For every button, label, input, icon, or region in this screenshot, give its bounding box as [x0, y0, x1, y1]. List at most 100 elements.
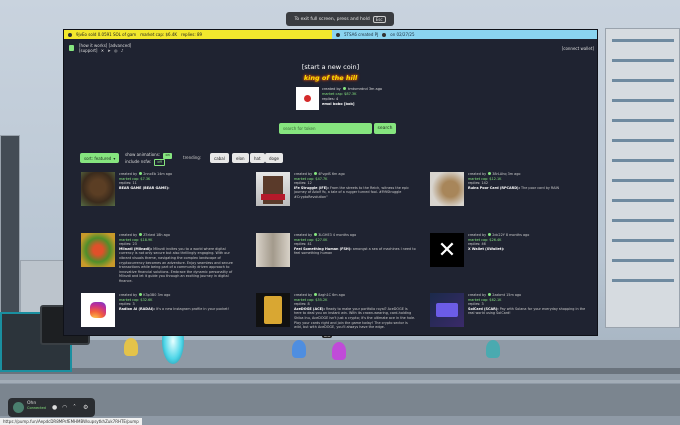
ticker-bar: 9jvEo sold 0.0591 SOL of gam market cap:… [64, 30, 597, 39]
coin-creator[interactable]: 2dc22Y [492, 233, 505, 237]
nav-links: [how it works] [advanced] [support] ✕ ➤ … [79, 43, 131, 53]
sort-label: sort: featured [84, 155, 112, 161]
chevron-up-icon[interactable]: ˄ [73, 404, 76, 411]
nsfw-toggle[interactable]: off [154, 158, 165, 166]
avatar-icon [314, 172, 318, 175]
coin-creator[interactable]: 3LGHE3 [318, 233, 332, 237]
building-right-1 [605, 28, 680, 328]
coin-creator[interactable]: 2zabmt [492, 293, 505, 297]
player-character[interactable] [124, 338, 138, 356]
trending-chip-elon[interactable]: elon [232, 153, 249, 163]
street [0, 384, 680, 416]
coin-desc: It's a new Instagram profile in your poc… [155, 306, 229, 311]
start-new-coin-link[interactable]: [start a new coin] [64, 63, 597, 71]
coin-desc: The poor card by RAIN [521, 185, 560, 190]
npc-character[interactable] [486, 340, 500, 358]
coin-card[interactable]: created by 4FvgdS 6m ago market cap: $47… [256, 172, 416, 232]
trending-chip-hat[interactable]: hat [250, 153, 265, 163]
connect-wallet-link[interactable]: [connect wallet] [562, 46, 594, 51]
created-by-label: created by [322, 87, 341, 91]
coin-time: 8 months ago [505, 233, 530, 237]
avatar[interactable] [13, 402, 24, 413]
coin-card[interactable]: created by 38rLAhq 3m ago market cap: $1… [430, 172, 590, 232]
telegram-icon[interactable]: ➤ [107, 48, 110, 53]
esc-key: Esc [372, 15, 386, 23]
sort-dropdown[interactable]: sort: featured ▾ [80, 153, 120, 163]
ticker-trade-mcap: market cap: $6.4K [140, 32, 178, 37]
coin-creator[interactable]: 2nnxEb [143, 172, 156, 176]
ticker-create[interactable]: 5TSA6 created PJ on 02/27/25 [332, 30, 597, 39]
nsfw-label: include nsfw: [125, 158, 152, 164]
avatar-icon [68, 32, 72, 37]
npc-character[interactable] [332, 342, 346, 360]
king-of-the-hill-title: king of the hill [303, 74, 358, 82]
coin-card[interactable]: created by 2zabmt 15m ago market cap: $6… [430, 293, 590, 335]
coin-image-solcard [430, 293, 464, 327]
ticker-create-text: 5TSA6 created PJ [344, 32, 379, 37]
coin-time: 14m ago [157, 172, 173, 176]
coin-creator[interactable]: K3p3B0 [143, 293, 156, 297]
coin-creator[interactable]: 4FvgdS [318, 172, 331, 176]
nav-support[interactable]: [support] [79, 48, 97, 53]
instagram-icon[interactable]: ◎ [114, 48, 118, 53]
animations-toggle[interactable]: on [163, 153, 172, 159]
avatar-icon [488, 172, 492, 175]
coin-name: Ruins Poor Card (RPCARD): [468, 185, 520, 190]
search-button[interactable]: search [374, 123, 396, 134]
fullscreen-toast: To exit full screen, press and hold Esc [286, 12, 394, 26]
toast-text: To exit full screen, press and hold [294, 16, 370, 22]
avatar-icon [336, 32, 340, 37]
pump-fun-window: 9jvEo sold 0.0591 SOL of gam market cap:… [63, 29, 598, 336]
king-creator[interactable]: tmtvmrdnd [348, 87, 368, 91]
headphones-icon[interactable]: ◠ [62, 404, 67, 411]
trending-label: trending: [183, 155, 202, 160]
coin-name: BEAR GAME (BEAR GAME): [119, 185, 170, 190]
coin-image-bear [81, 172, 115, 206]
coin-name: Feel Something Human (FSH): [294, 246, 352, 251]
coin-card[interactable]: created by 8zgh1C 6m ago market cap: $55… [256, 293, 416, 335]
coin-time: 4 months ago [332, 233, 357, 237]
coin-image-radai [81, 293, 115, 327]
ticker-create-date: on 02/27/25 [390, 32, 415, 37]
coin-image-fsh [256, 233, 290, 267]
trending-chip-cabal[interactable]: cabal [210, 153, 229, 163]
coin-time: 15m ago [506, 293, 522, 297]
coin-name: Mlinzdi (Mlinzdi): [119, 246, 152, 251]
coin-time: 3m ago [157, 293, 171, 297]
ticker-trade-text: 9jvEo sold 0.0591 SOL of gam [76, 32, 137, 37]
tiktok-icon[interactable]: ♪ [121, 48, 124, 53]
coin-card[interactable]: created by Z5rlwd 18h ago market cap: $1… [81, 233, 241, 293]
coin-creator[interactable]: Z5rlwd [143, 233, 155, 237]
pill-logo-icon[interactable] [69, 45, 74, 51]
avatar-icon [314, 293, 318, 296]
king-name: emol bobo [bob] [322, 102, 355, 106]
microphone-icon[interactable]: ● [52, 404, 57, 411]
toggle-options: show animations: on include nsfw: off [125, 152, 172, 166]
avatar-icon [139, 172, 143, 175]
coin-name: X Wallet (XWallet): [468, 246, 505, 251]
coin-card[interactable]: created by 2nnxEb 14m ago market cap: $7… [81, 172, 241, 232]
coin-time: 3m ago [507, 172, 521, 176]
trending-chip-doge[interactable]: doge [265, 153, 283, 163]
coin-name: SolCard (SCAR): [468, 306, 499, 311]
coin-name: Radion AI (RADAI): [119, 306, 155, 311]
rail [0, 368, 680, 374]
dock-status: Connected [27, 406, 46, 410]
search-input[interactable] [279, 123, 372, 134]
coin-card[interactable]: created by 3LGHE3 4 months ago market ca… [256, 233, 416, 293]
coin-card[interactable]: created by K3p3B0 3m ago market cap: $32… [81, 293, 241, 335]
coin-creator[interactable]: 38rLAhq [492, 172, 506, 176]
coin-image-ife [256, 172, 290, 206]
ticker-trade[interactable]: 9jvEo sold 0.0591 SOL of gam market cap:… [64, 30, 332, 39]
coin-creator[interactable]: 8zgh1C [318, 293, 331, 297]
avatar-icon [342, 87, 346, 90]
coin-image-xwallet: ✕ [430, 233, 464, 267]
coin-time: 6m ago [332, 293, 345, 297]
king-coin-card[interactable]: created by tmtvmrdnd 3m ago market cap: … [296, 87, 386, 114]
x-icon[interactable]: ✕ [101, 48, 104, 53]
voice-dock: Ohn Connected ● ◠ ˄ ⚙ [8, 398, 95, 417]
coin-card[interactable]: ✕ created by 2dc22Y 8 months ago market … [430, 233, 590, 293]
settings-icon[interactable]: ⚙ [83, 404, 88, 411]
npc-character[interactable] [292, 340, 306, 358]
coin-name: AceDOGE (ACE): [294, 306, 325, 311]
